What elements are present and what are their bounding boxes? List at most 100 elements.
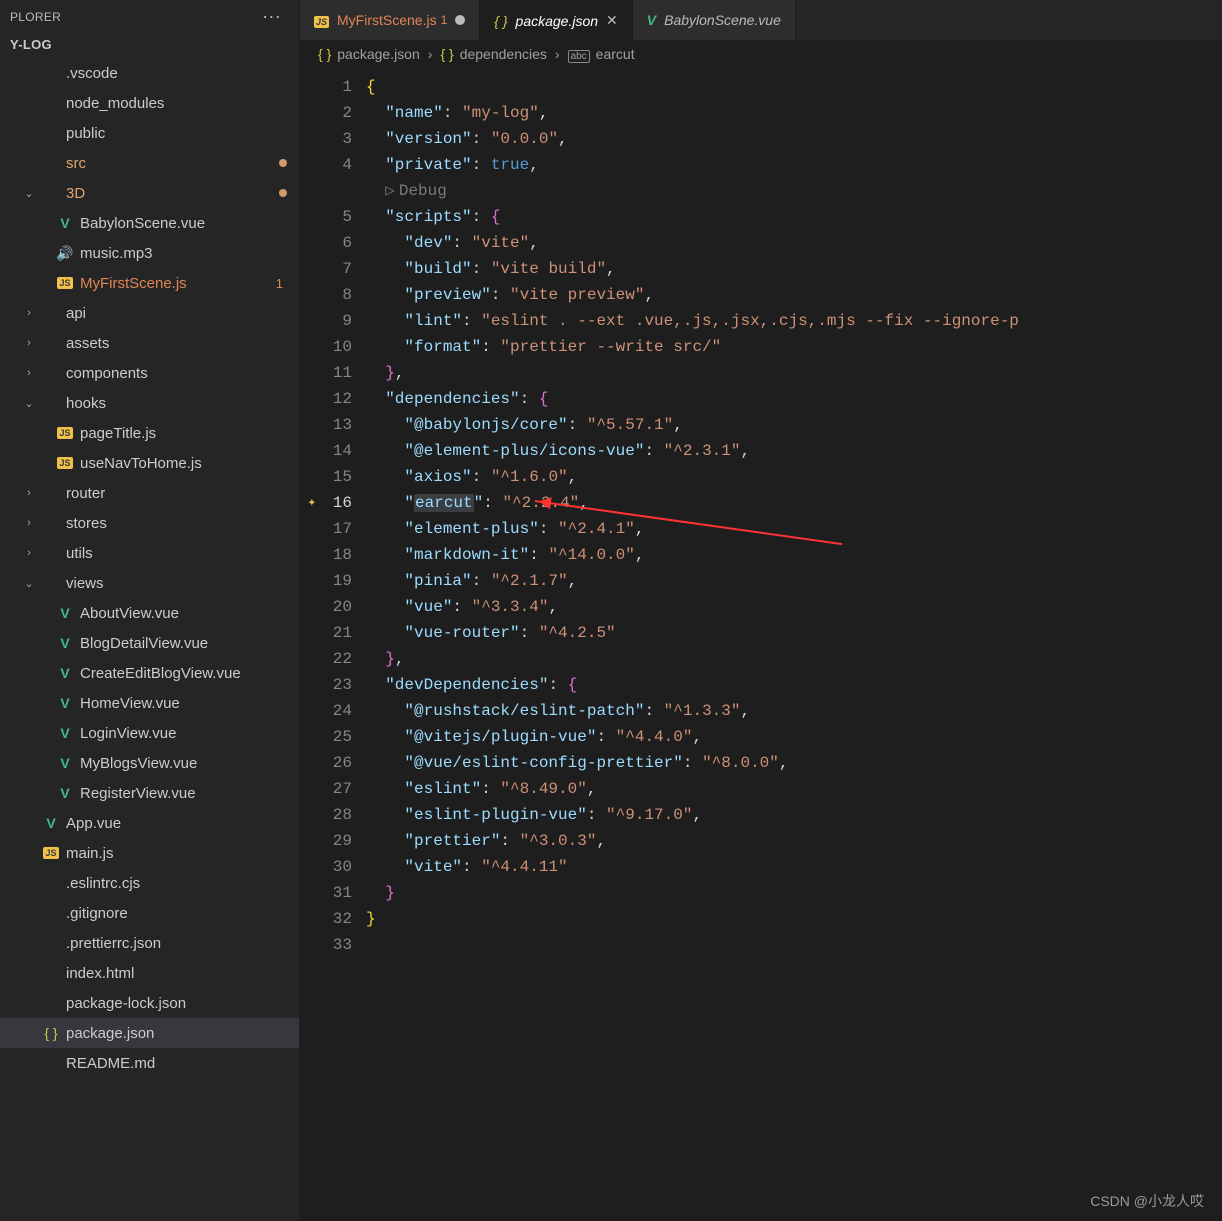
- code-line[interactable]: "dependencies": {: [366, 386, 1222, 412]
- tree-item[interactable]: ⌄views: [0, 568, 299, 598]
- code-line[interactable]: "private": true,: [366, 152, 1222, 178]
- chevron-icon: ›: [22, 367, 36, 379]
- code-line[interactable]: "@element-plus/icons-vue": "^2.3.1",: [366, 438, 1222, 464]
- code-line[interactable]: "vite": "^4.4.11": [366, 854, 1222, 880]
- tree-item[interactable]: public: [0, 118, 299, 148]
- code-line[interactable]: "build": "vite build",: [366, 256, 1222, 282]
- code-line[interactable]: "version": "0.0.0",: [366, 126, 1222, 152]
- code-content[interactable]: { "name": "my-log", "version": "0.0.0", …: [366, 68, 1222, 1221]
- breadcrumb-item[interactable]: { }package.json: [318, 46, 420, 62]
- code-line[interactable]: "name": "my-log",: [366, 100, 1222, 126]
- file-icon: V: [56, 215, 74, 231]
- tree-item[interactable]: ›assets: [0, 328, 299, 358]
- tree-label: 3D: [66, 185, 273, 202]
- tree-item[interactable]: ›stores: [0, 508, 299, 538]
- code-line[interactable]: "prettier": "^3.0.3",: [366, 828, 1222, 854]
- code-line[interactable]: "eslint": "^8.49.0",: [366, 776, 1222, 802]
- tree-item[interactable]: 🔊music.mp3: [0, 238, 299, 268]
- code-line[interactable]: "@vue/eslint-config-prettier": "^8.0.0",: [366, 750, 1222, 776]
- code-line[interactable]: "preview": "vite preview",: [366, 282, 1222, 308]
- code-line[interactable]: }: [366, 906, 1222, 932]
- code-line[interactable]: "eslint-plugin-vue": "^9.17.0",: [366, 802, 1222, 828]
- file-icon: V: [56, 635, 74, 651]
- code-line[interactable]: "vue-router": "^4.2.5": [366, 620, 1222, 646]
- tree-item[interactable]: VLoginView.vue: [0, 718, 299, 748]
- file-tree: .vscodenode_modulespublicsrc⌄3DVBabylonS…: [0, 56, 299, 1221]
- tree-item[interactable]: ⌄hooks: [0, 388, 299, 418]
- tree-item[interactable]: VBlogDetailView.vue: [0, 628, 299, 658]
- code-line[interactable]: }: [366, 880, 1222, 906]
- breadcrumb-item[interactable]: { }dependencies: [440, 46, 546, 62]
- tree-item[interactable]: VRegisterView.vue: [0, 778, 299, 808]
- tree-item[interactable]: node_modules: [0, 88, 299, 118]
- code-line[interactable]: "devDependencies": {: [366, 672, 1222, 698]
- code-line[interactable]: "@babylonjs/core": "^5.57.1",: [366, 412, 1222, 438]
- code-line[interactable]: "earcut": "^2.2.4",: [366, 490, 1222, 516]
- code-line[interactable]: [366, 932, 1222, 958]
- tree-item[interactable]: package-lock.json: [0, 988, 299, 1018]
- code-line[interactable]: "@vitejs/plugin-vue": "^4.4.0",: [366, 724, 1222, 750]
- tree-item[interactable]: JSMyFirstScene.js1: [0, 268, 299, 298]
- tree-item[interactable]: VHomeView.vue: [0, 688, 299, 718]
- code-line[interactable]: "format": "prettier --write src/": [366, 334, 1222, 360]
- tree-item[interactable]: ›api: [0, 298, 299, 328]
- tree-item[interactable]: VApp.vue: [0, 808, 299, 838]
- line-number: 9: [300, 308, 352, 334]
- code-line[interactable]: "scripts": {: [366, 204, 1222, 230]
- breadcrumb-icon: abc: [568, 46, 590, 62]
- breadcrumb-label: package.json: [337, 46, 420, 62]
- line-number: 25: [300, 724, 352, 750]
- code-editor[interactable]: 123456789101112131415✦161718192021222324…: [300, 68, 1222, 1221]
- code-line[interactable]: },: [366, 360, 1222, 386]
- code-line[interactable]: "vue": "^3.3.4",: [366, 594, 1222, 620]
- breadcrumb-item[interactable]: abcearcut: [568, 46, 635, 62]
- code-line[interactable]: "dev": "vite",: [366, 230, 1222, 256]
- tree-item[interactable]: ›utils: [0, 538, 299, 568]
- file-icon: { }: [42, 1025, 60, 1041]
- code-line[interactable]: "pinia": "^2.1.7",: [366, 568, 1222, 594]
- tree-item[interactable]: src: [0, 148, 299, 178]
- tree-item[interactable]: JSuseNavToHome.js: [0, 448, 299, 478]
- code-line[interactable]: {: [366, 74, 1222, 100]
- code-line[interactable]: "axios": "^1.6.0",: [366, 464, 1222, 490]
- tree-item[interactable]: JSpageTitle.js: [0, 418, 299, 448]
- code-line[interactable]: "@rushstack/eslint-patch": "^1.3.3",: [366, 698, 1222, 724]
- code-line[interactable]: ▷Debug: [366, 178, 1222, 204]
- tab-label: MyFirstScene.js: [337, 12, 437, 28]
- more-icon[interactable]: ···: [258, 6, 285, 27]
- tree-label: .eslintrc.cjs: [66, 875, 287, 892]
- sparkle-icon: ✦: [308, 490, 316, 516]
- tree-item[interactable]: VCreateEditBlogView.vue: [0, 658, 299, 688]
- line-number: 18: [300, 542, 352, 568]
- line-number: ✦16: [300, 490, 352, 516]
- project-name[interactable]: Y-LOG: [0, 33, 299, 56]
- tree-item[interactable]: .gitignore: [0, 898, 299, 928]
- code-line[interactable]: },: [366, 646, 1222, 672]
- file-icon: V: [56, 755, 74, 771]
- tree-label: MyFirstScene.js: [80, 275, 270, 292]
- tree-item[interactable]: .vscode: [0, 58, 299, 88]
- tree-label: README.md: [66, 1055, 287, 1072]
- tree-item[interactable]: VBabylonScene.vue: [0, 208, 299, 238]
- tree-item[interactable]: .eslintrc.cjs: [0, 868, 299, 898]
- chevron-icon: ⌄: [22, 397, 36, 410]
- tree-item[interactable]: ⌄3D: [0, 178, 299, 208]
- code-line[interactable]: "markdown-it": "^14.0.0",: [366, 542, 1222, 568]
- close-icon[interactable]: ✕: [606, 12, 618, 29]
- editor-tab[interactable]: JSMyFirstScene.js1: [300, 0, 480, 40]
- breadcrumb: { }package.json›{ }dependencies›abcearcu…: [300, 40, 1222, 68]
- tree-item[interactable]: ›components: [0, 358, 299, 388]
- editor-tab[interactable]: VBabylonScene.vue: [633, 0, 796, 40]
- tree-item[interactable]: README.md: [0, 1048, 299, 1078]
- tree-item[interactable]: JSmain.js: [0, 838, 299, 868]
- tree-item[interactable]: index.html: [0, 958, 299, 988]
- tree-item[interactable]: .prettierrc.json: [0, 928, 299, 958]
- file-icon: V: [56, 665, 74, 681]
- tree-item[interactable]: VMyBlogsView.vue: [0, 748, 299, 778]
- code-line[interactable]: "lint": "eslint . --ext .vue,.js,.jsx,.c…: [366, 308, 1222, 334]
- tree-item[interactable]: ›router: [0, 478, 299, 508]
- editor-tab[interactable]: { }package.json✕: [480, 0, 633, 40]
- tree-item[interactable]: { }package.json: [0, 1018, 299, 1048]
- tree-item[interactable]: VAboutView.vue: [0, 598, 299, 628]
- tree-label: index.html: [66, 965, 287, 982]
